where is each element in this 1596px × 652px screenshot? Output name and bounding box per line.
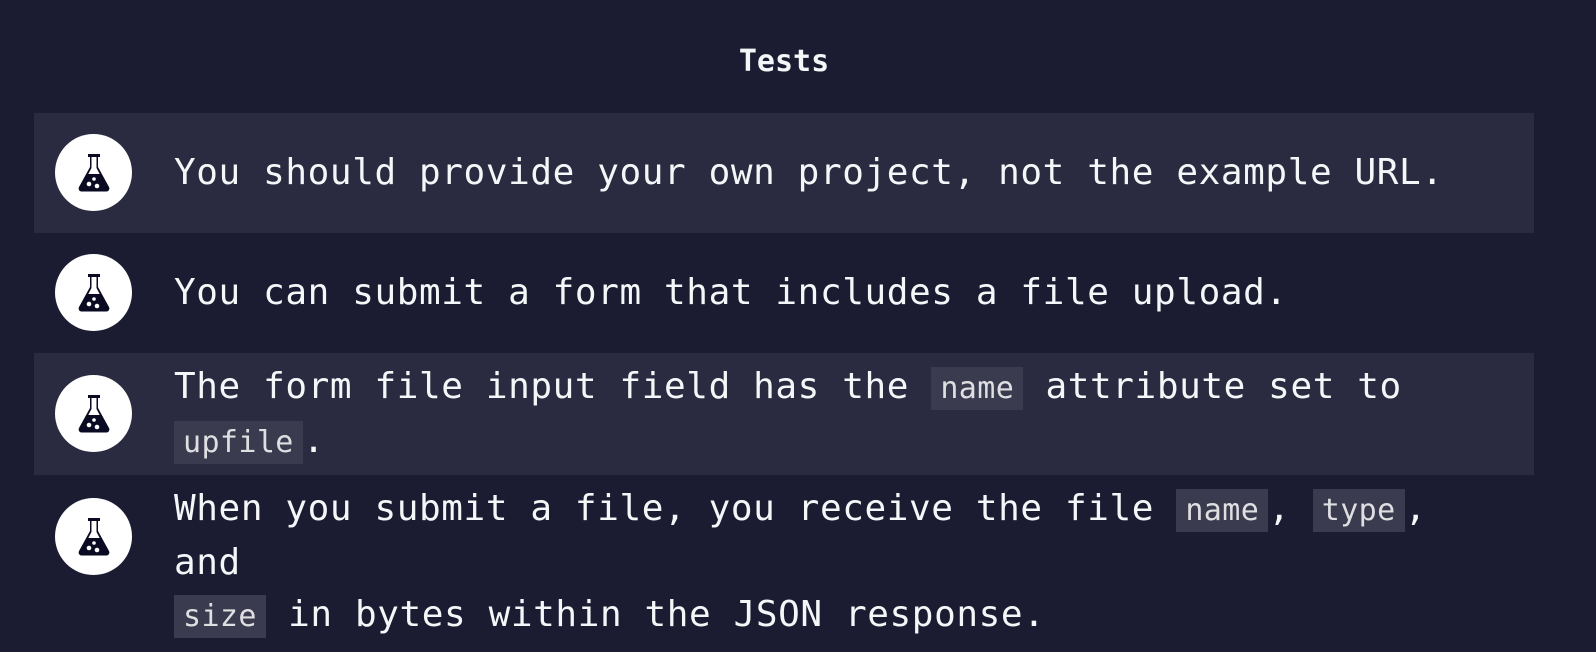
test-item: You can submit a form that includes a fi… bbox=[34, 233, 1534, 353]
test-text-segment: in bytes within the JSON response. bbox=[265, 594, 1046, 635]
inline-code: name bbox=[931, 367, 1024, 410]
flask-icon bbox=[55, 134, 132, 211]
test-item: You should provide your own project, not… bbox=[34, 113, 1534, 233]
inline-code: name bbox=[1176, 489, 1269, 532]
test-text-segment: attribute set to bbox=[1023, 366, 1402, 407]
test-description: You should provide your own project, not… bbox=[174, 147, 1504, 199]
test-description: The form file input field has the name a… bbox=[174, 361, 1504, 469]
test-text-segment: The form file input field has the bbox=[174, 366, 932, 407]
test-item: When you submit a file, you receive the … bbox=[34, 475, 1534, 638]
flask-icon bbox=[55, 375, 132, 452]
test-list: You should provide your own project, not… bbox=[34, 113, 1534, 638]
flask-icon bbox=[55, 498, 132, 575]
test-text-segment: . bbox=[302, 420, 326, 461]
test-description: You can submit a form that includes a fi… bbox=[174, 267, 1504, 319]
test-item: The form file input field has the name a… bbox=[34, 353, 1534, 475]
test-text-segment: When you submit a file, you receive the … bbox=[174, 488, 1177, 529]
test-text-segment: You can submit a form that includes a fi… bbox=[174, 272, 1288, 313]
flask-icon bbox=[55, 254, 132, 331]
tests-panel: Tests You should provide your own projec… bbox=[0, 0, 1596, 652]
inline-code: size bbox=[174, 595, 266, 638]
test-text-segment: You should provide your own project, not… bbox=[174, 152, 1444, 193]
test-description: When you submit a file, you receive the … bbox=[174, 483, 1504, 643]
test-text-segment: , bbox=[1268, 488, 1313, 529]
inline-code: type bbox=[1312, 489, 1405, 532]
inline-code: upfile bbox=[174, 421, 303, 464]
tests-heading: Tests bbox=[738, 44, 830, 79]
